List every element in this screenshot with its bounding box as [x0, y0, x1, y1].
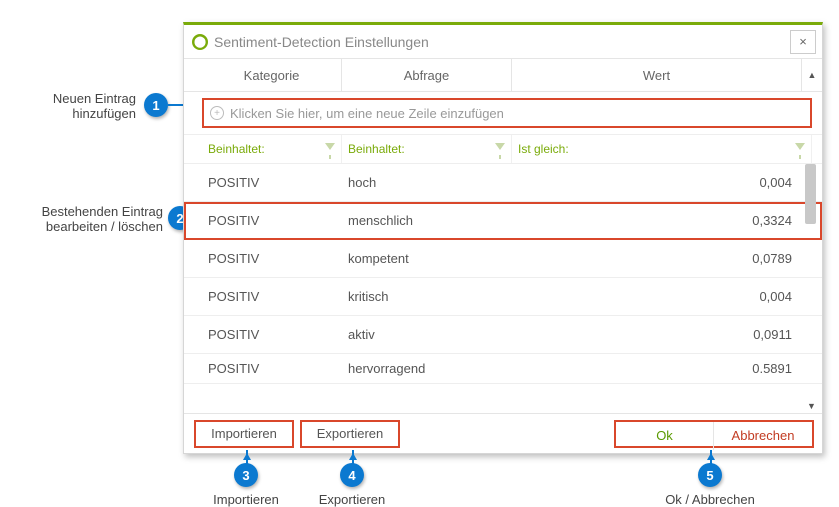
cancel-button[interactable]: Abbrechen: [714, 422, 812, 450]
add-new-row[interactable]: + Klicken Sie hier, um eine neue Zeile e…: [202, 98, 812, 128]
column-header-kategorie[interactable]: Kategorie: [202, 59, 342, 91]
scroll-down-button[interactable]: ▼: [807, 401, 816, 411]
filter-icon: [795, 143, 805, 150]
app-icon: ⬤: [192, 34, 208, 50]
annotation-5-text: Ok / Abbrechen: [650, 492, 770, 507]
cell-abfrage: kritisch: [342, 289, 512, 304]
filter-wert[interactable]: Ist gleich:: [512, 135, 812, 163]
cell-abfrage: hoch: [342, 175, 512, 190]
filter-icon: [325, 143, 335, 150]
cell-wert: 0,3324: [512, 213, 800, 228]
table-row[interactable]: POSITIV hervorragend 0.5891: [184, 354, 822, 384]
annotation-4-text: Exportieren: [312, 492, 392, 507]
cell-kategorie: POSITIV: [202, 213, 342, 228]
cell-kategorie: POSITIV: [202, 289, 342, 304]
cell-abfrage: hervorragend: [342, 361, 512, 376]
new-row-hint: Klicken Sie hier, um eine neue Zeile ein…: [230, 106, 504, 121]
filter-abfrage[interactable]: Beinhaltet:: [342, 135, 512, 163]
ok-button[interactable]: Ok: [616, 422, 714, 450]
cell-kategorie: POSITIV: [202, 327, 342, 342]
import-button[interactable]: Importieren: [194, 420, 294, 448]
cell-kategorie: POSITIV: [202, 175, 342, 190]
ok-cancel-group: Ok Abbrechen: [614, 420, 814, 448]
table-row[interactable]: POSITIV kompetent 0,0789: [184, 240, 822, 278]
column-header-wert[interactable]: Wert: [512, 59, 802, 91]
annotation-2-text: Bestehenden Eintrag bearbeiten / löschen: [18, 204, 163, 234]
table-row[interactable]: POSITIV hoch 0,004: [184, 164, 822, 202]
column-headers: Kategorie Abfrage Wert ▲: [184, 59, 822, 92]
export-button[interactable]: Exportieren: [300, 420, 400, 448]
annotation-1-text: Neuen Eintrag hinzufügen: [18, 91, 136, 121]
column-header-abfrage[interactable]: Abfrage: [342, 59, 512, 91]
cell-wert: 0,004: [512, 175, 800, 190]
annotation-badge-4: 4: [340, 463, 364, 487]
annotation-line-5: [710, 450, 712, 464]
table-row-highlighted[interactable]: POSITIV menschlich 0,3324: [184, 202, 822, 240]
cell-wert: 0,0911: [512, 327, 800, 342]
scroll-up-button[interactable]: ▲: [802, 59, 822, 91]
grid-body: POSITIV hoch 0,004 POSITIV menschlich 0,…: [184, 164, 822, 413]
cell-wert: 0,0789: [512, 251, 800, 266]
annotation-badge-1: 1: [144, 93, 168, 117]
cell-abfrage: aktiv: [342, 327, 512, 342]
scrollbar-thumb[interactable]: [805, 164, 816, 224]
dialog-title: Sentiment-Detection Einstellungen: [214, 34, 429, 50]
scrollbar[interactable]: ▼: [802, 164, 820, 413]
cell-abfrage: menschlich: [342, 213, 512, 228]
dialog-footer: Importieren Exportieren Ok Abbrechen: [184, 413, 822, 453]
close-icon: ×: [799, 34, 807, 49]
cell-kategorie: POSITIV: [202, 251, 342, 266]
annotation-badge-5: 5: [698, 463, 722, 487]
filter-kategorie[interactable]: Beinhaltet:: [202, 135, 342, 163]
plus-icon: +: [210, 106, 224, 120]
cell-wert: 0,004: [512, 289, 800, 304]
cell-kategorie: POSITIV: [202, 361, 342, 376]
annotation-line-4: [352, 450, 354, 464]
annotation-3-text: Importieren: [206, 492, 286, 507]
titlebar: ⬤ Sentiment-Detection Einstellungen ×: [184, 25, 822, 59]
cell-abfrage: kompetent: [342, 251, 512, 266]
sentiment-settings-dialog: ⬤ Sentiment-Detection Einstellungen × Ka…: [183, 22, 823, 454]
annotation-line-3: [246, 450, 248, 464]
table-row[interactable]: POSITIV kritisch 0,004: [184, 278, 822, 316]
filter-row: Beinhaltet: Beinhaltet: Ist gleich:: [184, 134, 822, 164]
filter-icon: [495, 143, 505, 150]
close-button[interactable]: ×: [790, 30, 816, 54]
table-row[interactable]: POSITIV aktiv 0,0911: [184, 316, 822, 354]
annotation-badge-3: 3: [234, 463, 258, 487]
cell-wert: 0.5891: [512, 361, 800, 376]
